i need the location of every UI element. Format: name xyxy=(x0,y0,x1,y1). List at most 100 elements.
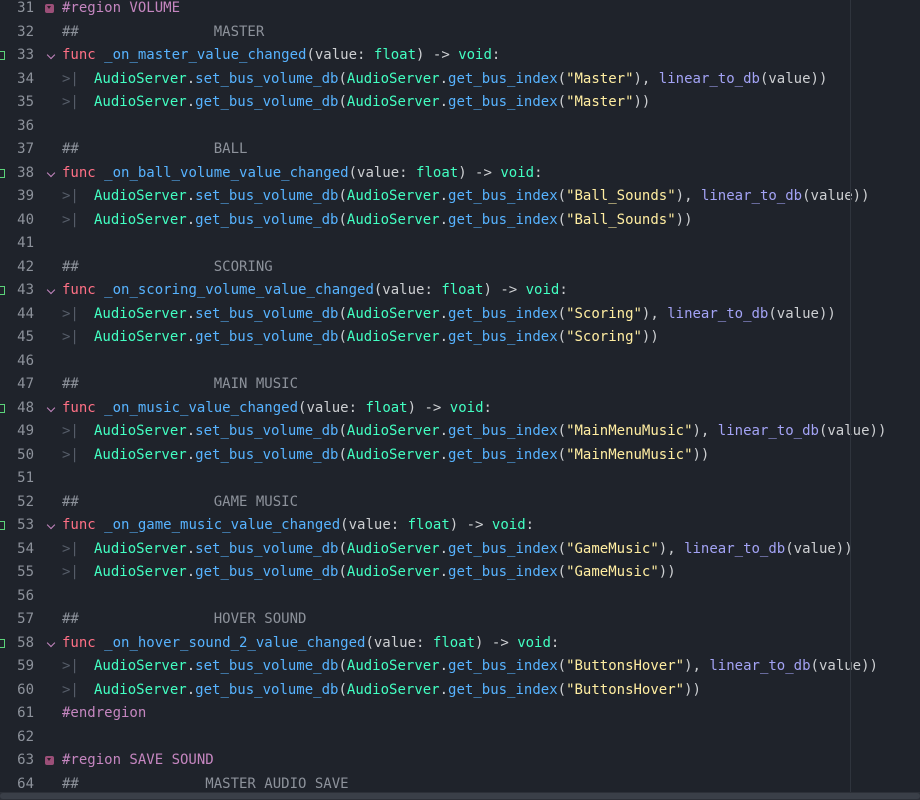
indent-marker-icon: >| xyxy=(62,540,79,557)
code-token: #endregion xyxy=(62,705,147,721)
line-number[interactable]: 41 xyxy=(0,232,34,256)
code-line[interactable]: 61 #endregion xyxy=(0,702,920,726)
line-number[interactable]: 56 xyxy=(0,585,34,609)
code-token: ## MAIN MUSIC xyxy=(62,376,299,392)
signal-connection-icon[interactable] xyxy=(0,168,5,178)
code-line[interactable]: 53 func _on_game_music_value_changed(valu… xyxy=(0,514,920,538)
signal-connection-icon[interactable] xyxy=(0,638,5,648)
signal-connection-icon[interactable] xyxy=(0,403,5,413)
code-line[interactable]: 49 >| AudioServer.set_bus_volume_db(AudioS… xyxy=(0,420,920,444)
code-token: ( xyxy=(338,329,347,345)
code-line[interactable]: 35 >| AudioServer.get_bus_volume_db(AudioS… xyxy=(0,91,920,115)
code-line[interactable]: 33 func _on_master_value_changed(value: f… xyxy=(0,44,920,68)
line-number[interactable]: 61 xyxy=(0,702,34,726)
code-line[interactable]: 58 func _on_hover_sound_2_value_changed(v… xyxy=(0,632,920,656)
code-line[interactable]: 39 >| AudioServer.set_bus_volume_db(AudioS… xyxy=(0,185,920,209)
line-number[interactable]: 63 xyxy=(0,749,34,773)
signal-connection-icon[interactable] xyxy=(0,51,5,60)
code-line[interactable]: 45 >| AudioServer.get_bus_volume_db(AudioS… xyxy=(0,326,920,350)
code-line[interactable]: 55 >| AudioServer.get_bus_volume_db(AudioS… xyxy=(0,561,920,585)
code-token: ) -> xyxy=(475,634,518,651)
fold-chevron-icon[interactable] xyxy=(46,285,56,295)
line-number[interactable]: 34 xyxy=(0,68,34,92)
line-number[interactable]: 49 xyxy=(0,420,34,444)
line-number[interactable]: 43 xyxy=(0,279,34,303)
horizontal-scrollbar[interactable] xyxy=(0,792,920,800)
code-token: linear_to_db xyxy=(667,305,769,322)
code-line[interactable]: 32 ## MASTER xyxy=(0,21,920,45)
line-number[interactable]: 36 xyxy=(0,115,34,139)
region-fold-icon[interactable] xyxy=(45,4,54,13)
code-token: : xyxy=(559,282,568,298)
code-line[interactable]: 38 func _on_ball_volume_value_changed(val… xyxy=(0,162,920,186)
code-line[interactable]: 59 >| AudioServer.set_bus_volume_db(AudioS… xyxy=(0,655,920,679)
code-line[interactable]: 37 ## BALL xyxy=(0,138,920,162)
code-line[interactable]: 44 >| AudioServer.set_bus_volume_db(AudioS… xyxy=(0,303,920,327)
code-line[interactable]: 42 ## SCORING xyxy=(0,256,920,280)
fold-chevron-icon[interactable] xyxy=(46,638,56,647)
code-line[interactable]: 43 func _on_scoring_volume_value_changed(… xyxy=(0,279,920,303)
scrollbar-thumb[interactable] xyxy=(0,793,920,799)
line-number[interactable]: 38 xyxy=(0,162,34,186)
code-line[interactable]: 60 >| AudioServer.get_bus_volume_db(AudioS… xyxy=(0,679,920,703)
code-line[interactable]: 40 >| AudioServer.get_bus_volume_db(AudioS… xyxy=(0,209,920,233)
code-token: ## HOVER SOUND xyxy=(62,611,307,627)
line-number[interactable]: 47 xyxy=(0,373,34,397)
code-token: . xyxy=(439,681,449,698)
line-number[interactable]: 40 xyxy=(0,209,34,233)
code-token: . xyxy=(186,423,196,439)
code-line[interactable]: 50 >| AudioServer.get_bus_volume_db(AudioS… xyxy=(0,444,920,468)
line-number[interactable]: 33 xyxy=(0,44,34,68)
line-number[interactable]: 31 xyxy=(0,0,34,21)
code-line[interactable]: 63 #region SAVE SOUND xyxy=(0,749,920,773)
signal-connection-icon[interactable] xyxy=(0,286,5,295)
code-token: ( xyxy=(557,423,567,439)
line-number[interactable]: 37 xyxy=(0,138,34,162)
code-token: . xyxy=(186,564,196,580)
code-line[interactable]: 34 >| AudioServer.set_bus_volume_db(AudioS… xyxy=(0,68,920,92)
code-token: float xyxy=(416,164,459,181)
line-number[interactable]: 42 xyxy=(0,256,34,280)
region-fold-icon[interactable] xyxy=(45,756,54,765)
code-line[interactable]: 47 ## MAIN MUSIC xyxy=(0,373,920,397)
line-number[interactable]: 52 xyxy=(0,491,34,515)
code-token: "ButtonsHover" xyxy=(566,681,685,698)
line-number[interactable]: 62 xyxy=(0,726,34,750)
code-line[interactable]: 54 >| AudioServer.set_bus_volume_db(AudioS… xyxy=(0,538,920,562)
line-number[interactable]: 54 xyxy=(0,538,34,562)
line-number[interactable]: 60 xyxy=(0,679,34,703)
fold-chevron-icon[interactable] xyxy=(46,50,56,60)
line-number[interactable]: 45 xyxy=(0,326,34,350)
fold-chevron-icon[interactable] xyxy=(46,168,56,177)
code-line[interactable]: 62 xyxy=(0,726,920,750)
code-token: : xyxy=(550,634,560,651)
fold-chevron-icon[interactable] xyxy=(46,403,56,412)
signal-connection-icon[interactable] xyxy=(0,521,5,530)
code-line[interactable]: 31 #region VOLUME xyxy=(0,0,920,21)
line-number[interactable]: 50 xyxy=(0,444,34,468)
line-number[interactable]: 59 xyxy=(0,655,34,679)
line-number[interactable]: 51 xyxy=(0,467,34,491)
line-number[interactable]: 39 xyxy=(0,185,34,209)
code-token: "ButtonsHover" xyxy=(566,658,685,674)
code-token: ), xyxy=(675,188,701,204)
code-line[interactable]: 36 xyxy=(0,115,920,139)
line-number[interactable]: 32 xyxy=(0,21,34,45)
code-editor[interactable]: 31 #region VOLUME 32 ## MASTER 33 func _on_ma… xyxy=(0,0,920,796)
line-number[interactable]: 58 xyxy=(0,632,34,656)
code-line[interactable]: 41 xyxy=(0,232,920,256)
code-line[interactable]: 46 xyxy=(0,350,920,374)
line-number[interactable]: 57 xyxy=(0,608,34,632)
code-line[interactable]: 48 func _on_music_value_changed(value: fl… xyxy=(0,397,920,421)
line-number[interactable]: 53 xyxy=(0,514,34,538)
line-number[interactable]: 35 xyxy=(0,91,34,115)
code-line[interactable]: 56 xyxy=(0,585,920,609)
line-number[interactable]: 44 xyxy=(0,303,34,327)
code-line[interactable]: 51 xyxy=(0,467,920,491)
fold-chevron-icon[interactable] xyxy=(46,520,56,530)
code-line[interactable]: 57 ## HOVER SOUND xyxy=(0,608,920,632)
code-line[interactable]: 52 ## GAME MUSIC xyxy=(0,491,920,515)
line-number[interactable]: 55 xyxy=(0,561,34,585)
line-number[interactable]: 46 xyxy=(0,350,34,374)
line-number[interactable]: 48 xyxy=(0,397,34,421)
